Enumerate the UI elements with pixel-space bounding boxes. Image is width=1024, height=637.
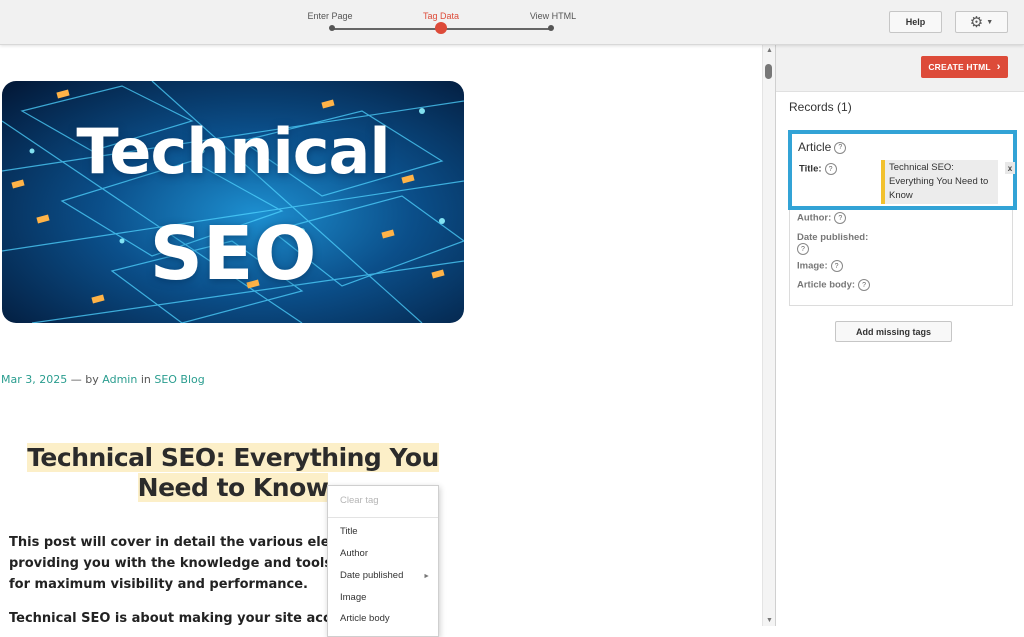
hero-text-line2: SEO [149, 211, 317, 297]
help-icon[interactable]: ? [797, 243, 809, 255]
step-view-html[interactable]: View HTML [508, 11, 598, 21]
step-enter-page[interactable]: Enter Page [285, 11, 375, 21]
title-field-label[interactable]: Title:? [799, 163, 837, 175]
create-html-button[interactable]: CREATE HTML › [921, 56, 1008, 78]
tag-panel: CREATE HTML › Records (1) Author:? Date … [775, 45, 1024, 626]
record-type-title: Article? [798, 140, 847, 154]
remove-tag-button[interactable]: x [1005, 162, 1015, 174]
title-field-value[interactable]: Technical SEO: Everything You Need to Kn… [881, 160, 998, 204]
post-title-line2[interactable]: Need to Know [137, 473, 329, 502]
help-icon[interactable]: ? [824, 163, 837, 175]
meta-dash: — [70, 373, 82, 386]
menu-divider [328, 517, 438, 518]
step-dot-tag-data[interactable] [435, 22, 447, 34]
menu-item-clear-tag[interactable]: Clear tag [340, 495, 379, 506]
top-bar: Enter Page Tag Data View HTML Help ⚙ ▼ [0, 0, 1024, 45]
date-published-field-label[interactable]: Date published:? [797, 232, 868, 255]
create-html-label: CREATE HTML [928, 62, 991, 72]
panel-header: CREATE HTML › [776, 45, 1024, 92]
help-icon[interactable]: ? [858, 279, 871, 291]
image-field-label[interactable]: Image:? [797, 260, 843, 272]
settings-button[interactable]: ⚙ ▼ [955, 11, 1008, 33]
step-dot-enter-page[interactable] [329, 25, 335, 31]
menu-item-image[interactable]: Image [340, 592, 366, 603]
help-button[interactable]: Help [889, 11, 942, 33]
step-tag-data[interactable]: Tag Data [396, 11, 486, 21]
scroll-thumb[interactable] [765, 64, 772, 79]
menu-item-date-published[interactable]: Date published [340, 570, 403, 581]
step-dot-view-html[interactable] [548, 25, 554, 31]
menu-item-author[interactable]: Author [340, 548, 368, 559]
chevron-down-icon: ▼ [986, 18, 994, 26]
post-title-line1[interactable]: Technical SEO: Everything You [27, 443, 439, 472]
scroll-up-icon[interactable]: ▲ [766, 47, 773, 54]
category-link[interactable]: SEO Blog [154, 373, 204, 386]
gear-icon: ⚙ [969, 14, 984, 31]
chevron-right-icon: › [996, 61, 1001, 73]
author-field-label[interactable]: Author:? [797, 212, 847, 224]
tag-context-menu: Clear tag Title Author Date published ► … [327, 485, 439, 637]
meta-by: by [85, 373, 99, 386]
post-meta: Mar 3, 2025 — by Admin in SEO Blog [1, 373, 205, 386]
records-count: Records (1) [789, 100, 852, 114]
article-body-field-label[interactable]: Article body:? [797, 279, 871, 291]
author-link[interactable]: Admin [102, 373, 137, 386]
menu-item-article-body[interactable]: Article body [340, 613, 390, 624]
help-icon[interactable]: ? [830, 260, 843, 272]
title-field-highlight: Article? Title:? Technical SEO: Everythi… [788, 130, 1017, 210]
meta-in: in [140, 373, 151, 386]
help-icon[interactable]: ? [834, 212, 847, 224]
menu-item-title[interactable]: Title [340, 526, 358, 537]
hero-text-line1: Technical [76, 115, 390, 188]
scroll-down-icon[interactable]: ▼ [766, 617, 773, 624]
submenu-arrow-icon: ► [423, 573, 430, 580]
add-missing-tags-button[interactable]: Add missing tags [835, 321, 952, 342]
page-scrollbar[interactable]: ▲ ▼ [762, 45, 775, 626]
post-date-link[interactable]: Mar 3, 2025 [1, 373, 67, 386]
help-icon[interactable]: ? [834, 141, 847, 154]
hero-image[interactable]: Technical SEO [2, 81, 464, 323]
